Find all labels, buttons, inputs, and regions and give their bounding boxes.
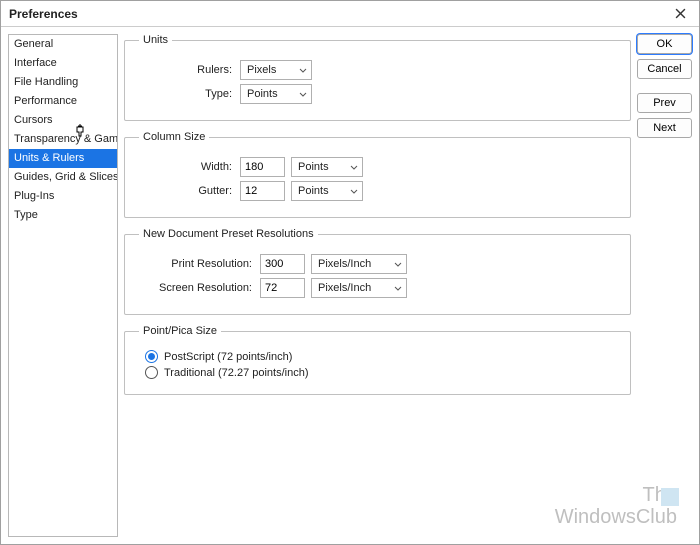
prev-button[interactable]: Prev [637,93,692,113]
sidebar-item-type[interactable]: Type [9,206,117,225]
chevron-down-icon [350,165,358,170]
close-button[interactable] [669,5,691,23]
cancel-button[interactable]: Cancel [637,59,692,79]
type-label: Type: [139,88,234,100]
gutter-label: Gutter: [139,185,234,197]
chevron-down-icon [394,286,402,291]
traditional-label: Traditional (72.27 points/inch) [164,367,309,379]
sidebar-item-performance[interactable]: Performance [9,92,117,111]
print-row: Print Resolution: Pixels/Inch [139,254,616,274]
sidebar-item-cursors[interactable]: Cursors [9,111,117,130]
screen-row: Screen Resolution: Pixels/Inch [139,278,616,298]
print-label: Print Resolution: [139,258,254,270]
width-input[interactable] [240,157,285,177]
ok-button[interactable]: OK [637,34,692,54]
print-resolution-input[interactable] [260,254,305,274]
sidebar-item-general[interactable]: General [9,35,117,54]
type-row: Type: Points [139,84,616,104]
screen-resolution-input[interactable] [260,278,305,298]
units-group: Units Rulers: Pixels Type: Points [124,34,631,121]
print-unit-dropdown[interactable]: Pixels/Inch [311,254,407,274]
chevron-down-icon [394,262,402,267]
gutter-input[interactable] [240,181,285,201]
sidebar-item-file-handling[interactable]: File Handling [9,73,117,92]
rulers-label: Rulers: [139,64,234,76]
width-unit-value: Points [298,161,344,173]
radio-postscript[interactable]: PostScript (72 points/inch) [145,350,616,363]
width-label: Width: [139,161,234,173]
postscript-label: PostScript (72 points/inch) [164,351,292,363]
print-unit-value: Pixels/Inch [318,258,388,270]
preferences-window: Preferences General Interface File Handl… [0,0,700,545]
close-icon [675,8,686,19]
gutter-unit-value: Points [298,185,344,197]
pointpica-legend: Point/Pica Size [139,325,221,337]
screen-unit-dropdown[interactable]: Pixels/Inch [311,278,407,298]
radio-icon [145,366,158,379]
units-legend: Units [139,34,172,46]
button-column: OK Cancel Prev Next [637,34,692,537]
gutter-unit-dropdown[interactable]: Points [291,181,363,201]
point-pica-group: Point/Pica Size PostScript (72 points/in… [124,325,631,395]
rulers-row: Rulers: Pixels [139,60,616,80]
type-dropdown[interactable]: Points [240,84,312,104]
column-size-group: Column Size Width: Points Gutter: Points [124,131,631,218]
sidebar-item-transparency-gamut[interactable]: Transparency & Gamut [9,130,117,149]
rulers-value: Pixels [247,64,293,76]
titlebar: Preferences [1,1,699,27]
preset-resolutions-group: New Document Preset Resolutions Print Re… [124,228,631,315]
sidebar-item-interface[interactable]: Interface [9,54,117,73]
next-button[interactable]: Next [637,118,692,138]
column-legend: Column Size [139,131,209,143]
chevron-down-icon [299,68,307,73]
sidebar-item-guides-grid-slices[interactable]: Guides, Grid & Slices [9,168,117,187]
gutter-row: Gutter: Points [139,181,616,201]
sidebar-item-units-rulers[interactable]: Units & Rulers [9,149,117,168]
sidebar-item-plug-ins[interactable]: Plug-Ins [9,187,117,206]
radio-traditional[interactable]: Traditional (72.27 points/inch) [145,366,616,379]
preset-legend: New Document Preset Resolutions [139,228,318,240]
sidebar: General Interface File Handling Performa… [8,34,118,537]
screen-label: Screen Resolution: [139,282,254,294]
width-unit-dropdown[interactable]: Points [291,157,363,177]
dialog-body: General Interface File Handling Performa… [1,27,699,544]
window-title: Preferences [9,7,78,21]
type-value: Points [247,88,293,100]
radio-icon [145,350,158,363]
screen-unit-value: Pixels/Inch [318,282,388,294]
spacer [637,84,692,88]
content-panel: Units Rulers: Pixels Type: Points [124,34,631,537]
width-row: Width: Points [139,157,616,177]
rulers-dropdown[interactable]: Pixels [240,60,312,80]
radio-dot-icon [148,353,155,360]
chevron-down-icon [350,189,358,194]
chevron-down-icon [299,92,307,97]
